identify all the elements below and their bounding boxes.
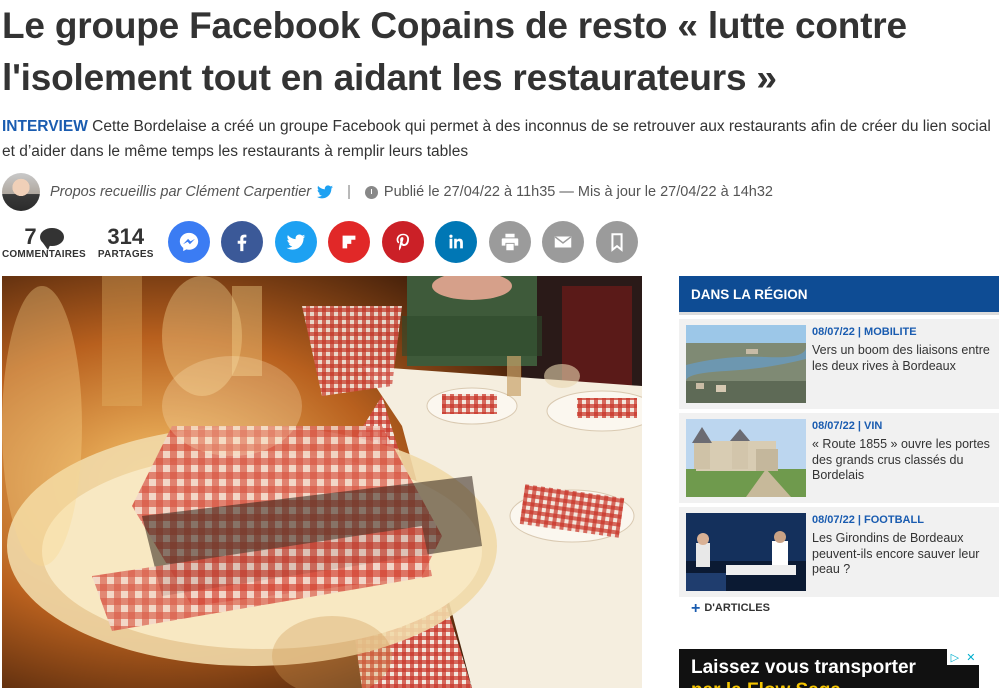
article-meta: 08/07/22 | FOOTBALL: [812, 514, 924, 526]
article-page: Le groupe Facebook Copains de resto « lu…: [0, 0, 1006, 688]
messenger-share-button[interactable]: [167, 221, 210, 263]
plus-icon: +: [691, 599, 701, 617]
article-thumbnail[interactable]: [686, 325, 806, 403]
sidebar-article[interactable]: 08/07/22 | MOBILITE Vers un boom des lia…: [679, 319, 999, 409]
article-title-link[interactable]: Vers un boom des liaisons entre les deux…: [812, 343, 992, 374]
region-sidebar: DANS LA RÉGION 08/07/22 | MOBILITE Vers …: [679, 276, 999, 616]
article-meta: 08/07/22 | MOBILITE: [812, 326, 917, 338]
twitter-share-icon: [286, 234, 305, 250]
sidebar-header[interactable]: DANS LA RÉGION: [679, 276, 999, 315]
article-date: 08/07/22: [812, 326, 855, 338]
publication-date: Publié le 27/04/22 à 11h35 — Mis à jour …: [383, 184, 773, 200]
comment-bubble-icon: [39, 227, 64, 250]
author-avatar[interactable]: [2, 173, 40, 211]
lead-text: Cette Bordelaise a créé un groupe Facebo…: [2, 118, 991, 160]
article-thumbnail[interactable]: [686, 513, 806, 591]
ad-info-icon[interactable]: ▷: [951, 651, 959, 664]
girondins-press-photo: [686, 513, 806, 591]
comments-counter[interactable]: 7 COMMENTAIRES: [2, 223, 86, 260]
comments-count: 7: [24, 223, 37, 249]
email-share-button[interactable]: [542, 221, 585, 263]
article-date: 08/07/22: [812, 420, 855, 432]
article-lead: INTERVIEW Cette Bordelaise a créé un gro…: [2, 114, 997, 164]
bordeaux-aerial-photo: [686, 325, 806, 403]
ad-headline: Laissez vous transporter: [691, 657, 916, 678]
interview-tag[interactable]: INTERVIEW: [2, 118, 88, 135]
print-button[interactable]: [488, 221, 531, 263]
flipboard-icon: [342, 235, 356, 249]
shares-counter: 314 PARTAGES: [97, 223, 154, 260]
clock-icon: [364, 185, 378, 199]
article-category[interactable]: FOOTBALL: [864, 514, 924, 526]
restaurant-photo: [2, 276, 642, 688]
chateau-photo: [686, 419, 806, 497]
article-category[interactable]: VIN: [864, 420, 882, 432]
article-title-link[interactable]: « Route 1855 » ouvre les portes des gran…: [812, 437, 992, 484]
more-articles-link[interactable]: + D'ARTICLES: [691, 599, 770, 617]
more-articles-label: D'ARTICLES: [704, 602, 770, 614]
share-bar: 7 COMMENTAIRES 314 PARTAGES: [2, 218, 649, 266]
twitter-share-button[interactable]: [274, 221, 317, 263]
shares-label: PARTAGES: [97, 248, 154, 260]
facebook-share-button[interactable]: [221, 221, 264, 263]
linkedin-share-button[interactable]: [435, 221, 478, 263]
ad-controls: ▷ ✕: [947, 649, 979, 665]
sidebar-article[interactable]: 08/07/22 | FOOTBALL Les Girondins de Bor…: [679, 507, 999, 597]
ad-close-icon[interactable]: ✕: [966, 651, 975, 664]
printer-icon: [501, 233, 518, 251]
bookmark-icon: [610, 233, 623, 252]
byline-separator: |: [347, 184, 351, 200]
article-meta: 08/07/22 | VIN: [812, 420, 883, 432]
twitter-icon[interactable]: [317, 185, 334, 199]
article-date: 08/07/22: [812, 514, 855, 526]
advertisement-banner[interactable]: Laissez vous transporter par la Flow Sag…: [679, 649, 979, 688]
flipboard-share-button[interactable]: [328, 221, 371, 263]
pinterest-share-button[interactable]: [381, 221, 424, 263]
article-title: Le groupe Facebook Copains de resto « lu…: [2, 5, 907, 98]
article-category[interactable]: MOBILITE: [864, 326, 917, 338]
article-hero-image: [2, 276, 642, 688]
comments-label: COMMENTAIRES: [2, 248, 86, 260]
facebook-icon: [237, 234, 247, 252]
linkedin-icon: [449, 234, 463, 249]
envelope-icon: [554, 236, 572, 248]
article-title-link[interactable]: Les Girondins de Bordeaux peuvent-ils en…: [812, 531, 992, 578]
messenger-icon: [179, 232, 198, 252]
bookmark-button[interactable]: [595, 221, 638, 263]
shares-count: 314: [107, 223, 145, 249]
article-thumbnail[interactable]: [686, 419, 806, 497]
author-name[interactable]: Propos recueillis par Clément Carpentier: [50, 184, 311, 200]
sidebar-article[interactable]: 08/07/22 | VIN « Route 1855 » ouvre les …: [679, 413, 999, 503]
byline: Propos recueillis par Clément Carpentier…: [2, 172, 1002, 212]
ad-subline: par la Flow Saga: [691, 680, 841, 688]
pinterest-icon: [396, 233, 409, 251]
